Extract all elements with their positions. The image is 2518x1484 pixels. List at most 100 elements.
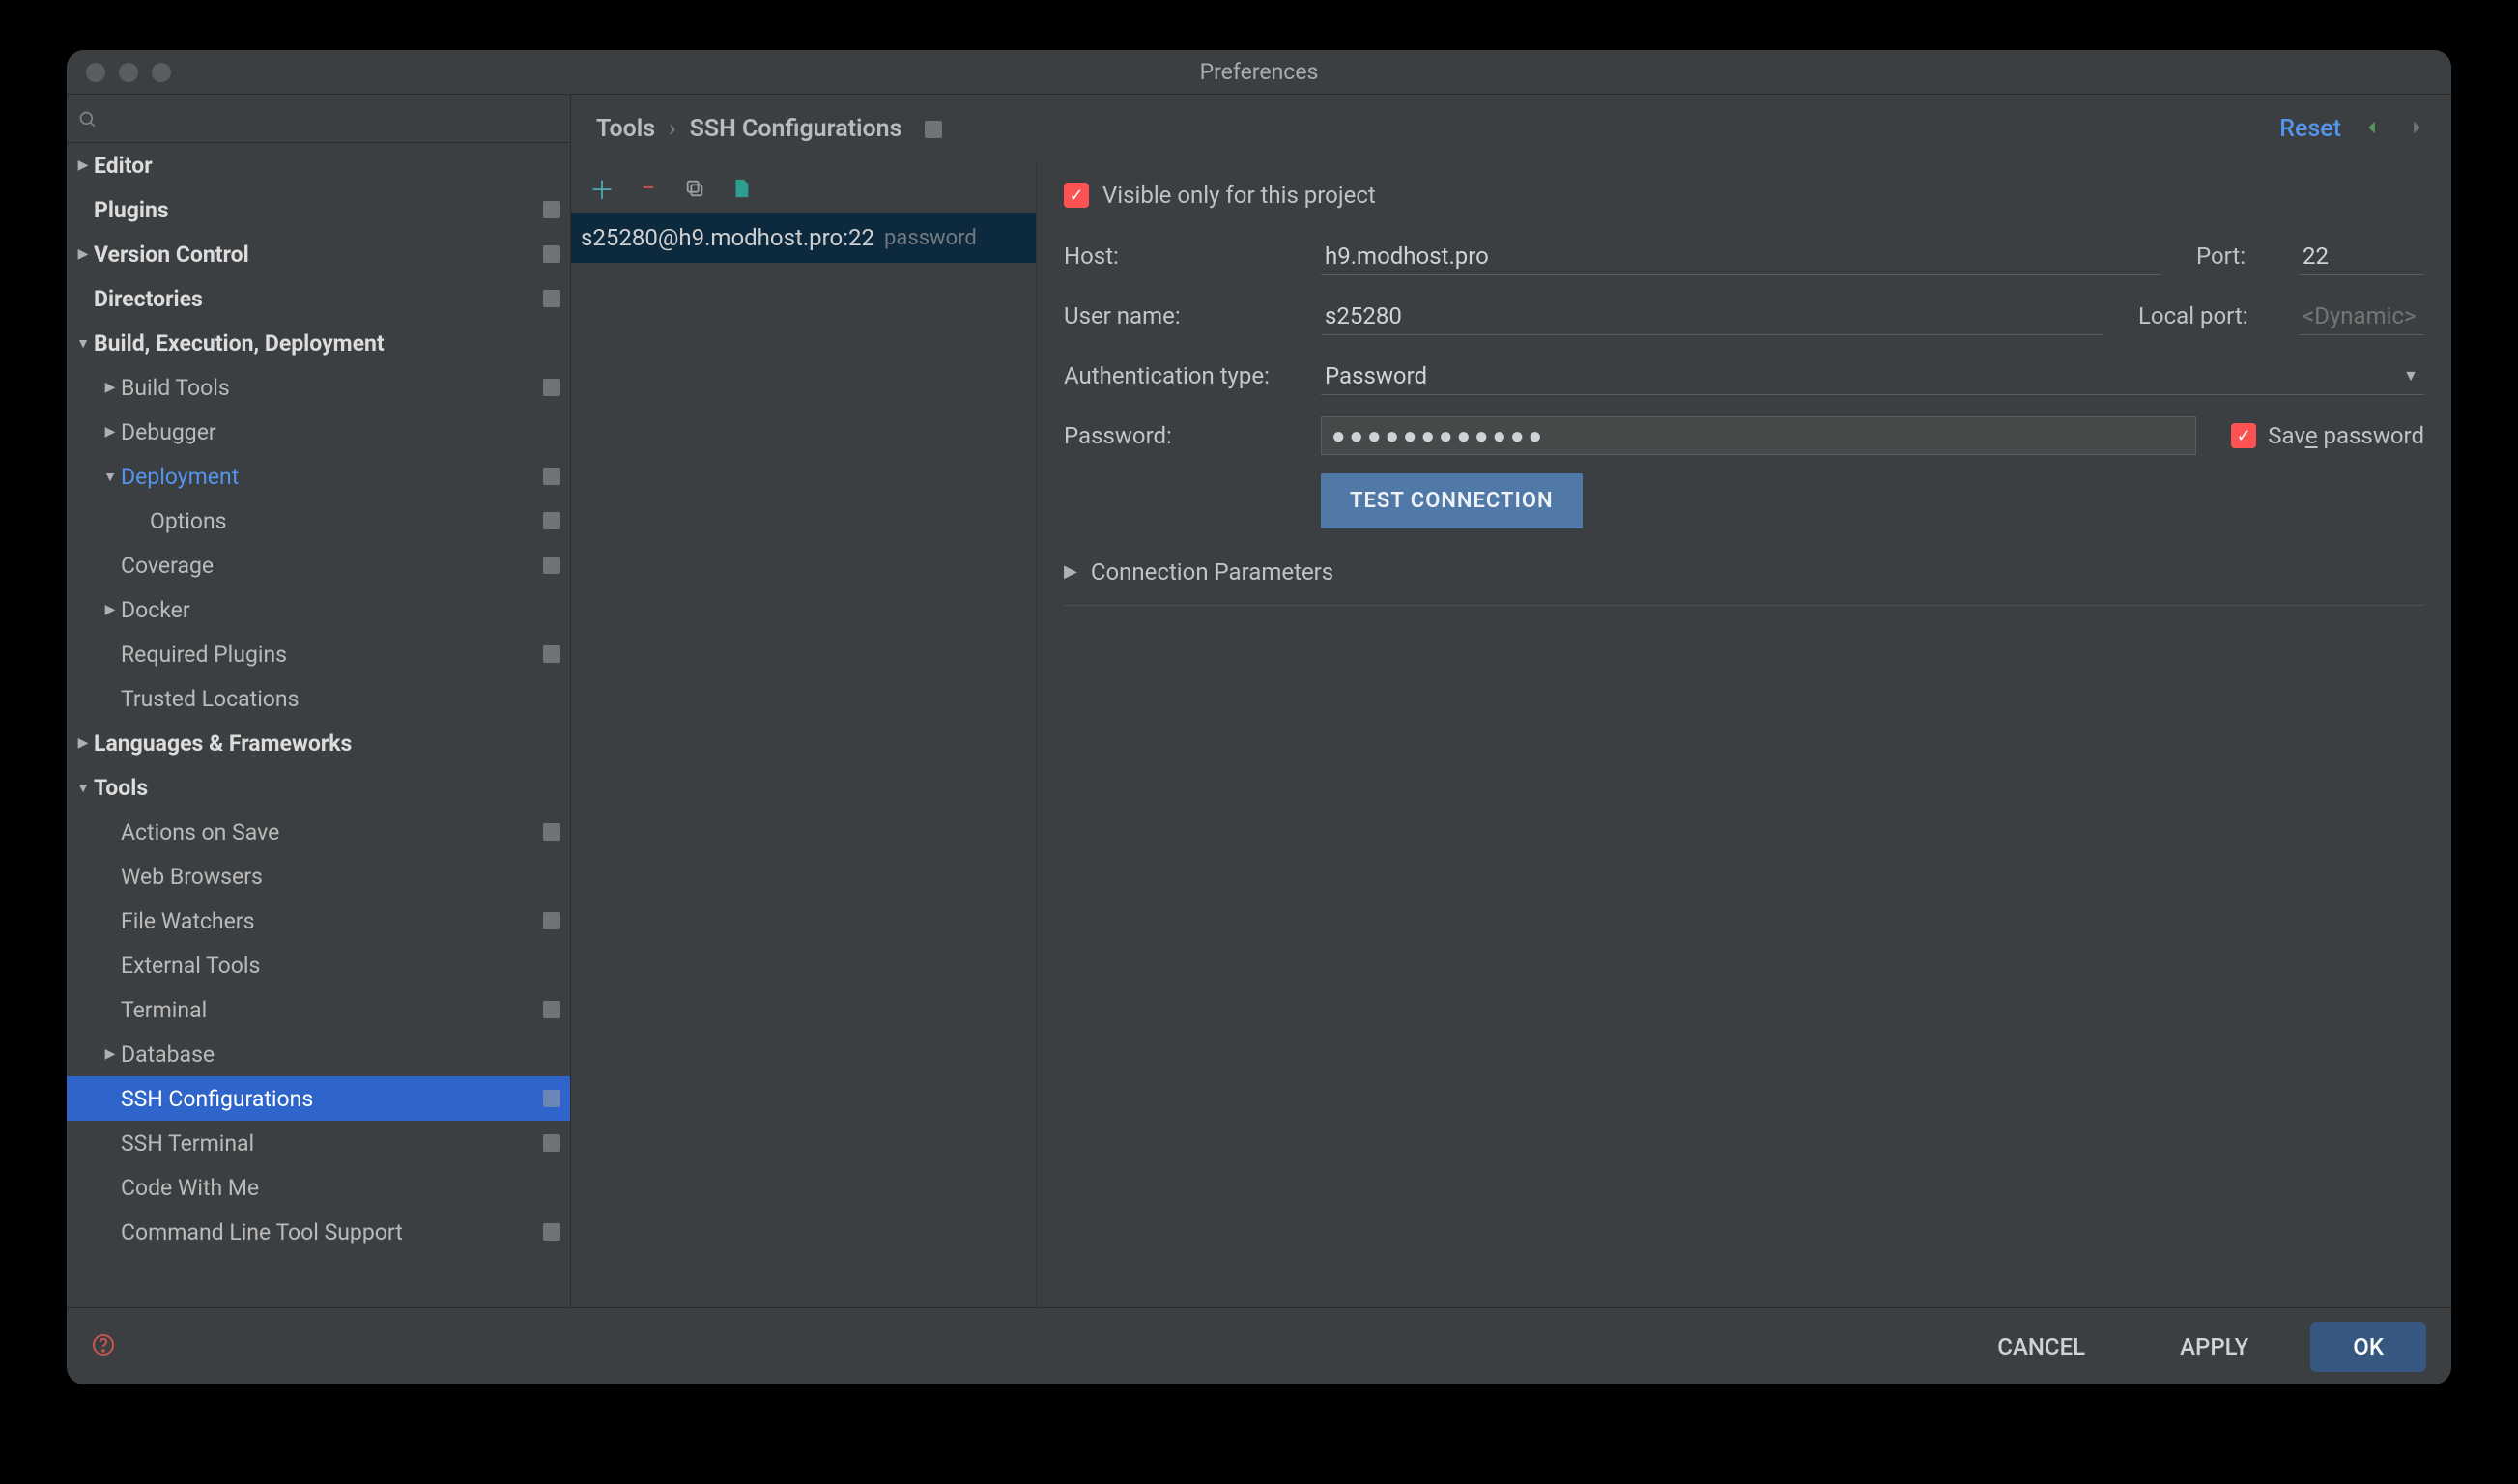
- reset-link[interactable]: Reset: [2279, 115, 2341, 143]
- breadcrumb-row: Tools › SSH Configurations Reset: [571, 95, 2451, 164]
- chevron-right-icon: ▶: [100, 380, 121, 395]
- sidebar-item-editor[interactable]: ▶Editor: [67, 143, 570, 187]
- sidebar-item-directories[interactable]: Directories: [67, 276, 570, 321]
- sidebar-item-version-control[interactable]: ▶Version Control: [67, 232, 570, 276]
- sidebar-item-ssh-configurations[interactable]: SSH Configurations: [67, 1076, 570, 1121]
- sidebar-item-database[interactable]: ▶Database: [67, 1032, 570, 1076]
- auth-type-value: Password: [1321, 357, 2424, 395]
- breadcrumb-root[interactable]: Tools: [596, 115, 655, 143]
- sidebar-item-options[interactable]: Options: [67, 499, 570, 543]
- save-password-checkbox[interactable]: ✓: [2231, 423, 2256, 448]
- host-label: Host:: [1064, 243, 1305, 270]
- nav-back-icon[interactable]: [2362, 117, 2384, 142]
- search-input-wrap[interactable]: [78, 108, 558, 130]
- sidebar-item-code-with-me[interactable]: Code With Me: [67, 1165, 570, 1210]
- username-field[interactable]: [1321, 297, 2103, 335]
- chevron-right-icon: ▶: [1064, 561, 1077, 582]
- sidebar-item-label: Terminal: [121, 997, 543, 1023]
- search-input[interactable]: [78, 108, 558, 129]
- project-scope-icon: [543, 823, 560, 841]
- project-scope-icon: [543, 1090, 560, 1107]
- connection-parameters-section[interactable]: ▶ Connection Parameters: [1064, 538, 2424, 606]
- help-icon[interactable]: [92, 1333, 115, 1360]
- nav-forward-icon[interactable]: [2405, 117, 2426, 142]
- visible-project-label: Visible only for this project: [1102, 182, 1376, 209]
- host-field[interactable]: [1321, 237, 2161, 275]
- config-item-auth-tag: password: [884, 226, 977, 250]
- sidebar-item-plugins[interactable]: Plugins: [67, 187, 570, 232]
- add-icon[interactable]: ＋: [590, 177, 614, 200]
- save-password-label: Save password: [2268, 422, 2424, 449]
- sidebar-item-command-line-tool-support[interactable]: Command Line Tool Support: [67, 1210, 570, 1254]
- sidebar-item-trusted-locations[interactable]: Trusted Locations: [67, 676, 570, 721]
- config-list-item[interactable]: s25280@h9.modhost.pro:22 password: [571, 213, 1036, 263]
- settings-tree: ▶Editor Plugins ▶Version Control Directorie…: [67, 143, 570, 1307]
- sidebar-item-label: Debugger: [121, 419, 560, 445]
- sidebar-item-tools[interactable]: ▼Tools: [67, 765, 570, 810]
- project-scope-icon: [543, 1134, 560, 1152]
- password-field[interactable]: [1321, 416, 2196, 455]
- settings-file-icon[interactable]: [730, 177, 753, 200]
- sidebar-item-actions-on-save[interactable]: Actions on Save: [67, 810, 570, 854]
- visible-project-checkbox[interactable]: ✓: [1064, 183, 1089, 208]
- auth-type-select[interactable]: Password ▼: [1321, 357, 2424, 395]
- sidebar-item-ssh-terminal[interactable]: SSH Terminal: [67, 1121, 570, 1165]
- sidebar-item-label: Directories: [94, 286, 543, 312]
- sidebar-item-languages-frameworks[interactable]: ▶Languages & Frameworks: [67, 721, 570, 765]
- sidebar-item-label: Build Tools: [121, 375, 543, 401]
- sidebar-item-file-watchers[interactable]: File Watchers: [67, 899, 570, 943]
- chevron-right-icon: ▶: [100, 1046, 121, 1062]
- dialog-footer: CANCEL APPLY OK: [67, 1307, 2451, 1384]
- project-scope-icon: [543, 645, 560, 663]
- config-list-panel: ＋ − s25280@h9.modhost.pro:22 password: [571, 164, 1037, 1307]
- sidebar-item-label: SSH Configurations: [121, 1086, 543, 1112]
- sidebar: ▶Editor Plugins ▶Version Control Directorie…: [67, 95, 571, 1307]
- chevron-right-icon: ▶: [72, 735, 94, 751]
- sidebar-item-build-tools[interactable]: ▶Build Tools: [67, 365, 570, 410]
- sidebar-item-required-plugins[interactable]: Required Plugins: [67, 632, 570, 676]
- apply-button[interactable]: APPLY: [2147, 1322, 2281, 1372]
- copy-icon[interactable]: [683, 177, 706, 200]
- sidebar-item-external-tools[interactable]: External Tools: [67, 943, 570, 987]
- port-field[interactable]: [2299, 237, 2424, 275]
- sidebar-item-terminal[interactable]: Terminal: [67, 987, 570, 1032]
- sidebar-item-deployment[interactable]: ▼Deployment: [67, 454, 570, 499]
- test-connection-button[interactable]: TEST CONNECTION: [1321, 473, 1583, 528]
- auth-type-label: Authentication type:: [1064, 362, 1305, 389]
- sidebar-item-label: Languages & Frameworks: [94, 730, 560, 756]
- chevron-right-icon: ▶: [72, 157, 94, 173]
- sidebar-item-coverage[interactable]: Coverage: [67, 543, 570, 587]
- sidebar-item-label: Web Browsers: [121, 864, 560, 890]
- local-port-field[interactable]: [2299, 297, 2424, 335]
- ok-button[interactable]: OK: [2310, 1322, 2426, 1372]
- sidebar-item-label: Database: [121, 1042, 560, 1068]
- sidebar-item-web-browsers[interactable]: Web Browsers: [67, 854, 570, 899]
- breadcrumb-leaf: SSH Configurations: [690, 115, 902, 143]
- chevron-right-icon: ▶: [72, 246, 94, 262]
- sidebar-item-label: Command Line Tool Support: [121, 1219, 543, 1245]
- sidebar-item-debugger[interactable]: ▶Debugger: [67, 410, 570, 454]
- chevron-right-icon: ›: [669, 115, 676, 143]
- sidebar-item-label: Code With Me: [121, 1175, 560, 1201]
- port-label: Port:: [2196, 243, 2283, 270]
- project-scope-icon: [543, 379, 560, 396]
- config-list: s25280@h9.modhost.pro:22 password: [571, 213, 1036, 1307]
- sidebar-item-label: File Watchers: [121, 908, 543, 934]
- search-icon: [78, 110, 98, 129]
- project-scope-icon: [543, 512, 560, 529]
- sidebar-item-build-execution-deployment[interactable]: ▼Build, Execution, Deployment: [67, 321, 570, 365]
- project-scope-icon: [543, 201, 560, 218]
- project-scope-icon: [543, 245, 560, 263]
- sidebar-item-label: Trusted Locations: [121, 686, 560, 712]
- config-item-title: s25280@h9.modhost.pro:22: [581, 224, 874, 251]
- remove-icon[interactable]: −: [637, 177, 660, 200]
- sidebar-item-label: Docker: [121, 597, 560, 623]
- titlebar: Preferences: [67, 50, 2451, 95]
- sidebar-item-docker[interactable]: ▶Docker: [67, 587, 570, 632]
- project-scope-icon: [543, 468, 560, 485]
- sidebar-item-label: Plugins: [94, 197, 543, 223]
- project-scope-icon: [543, 1223, 560, 1241]
- local-port-label: Local port:: [2138, 302, 2283, 329]
- cancel-button[interactable]: CANCEL: [1964, 1322, 2118, 1372]
- connection-parameters-label: Connection Parameters: [1091, 558, 1333, 585]
